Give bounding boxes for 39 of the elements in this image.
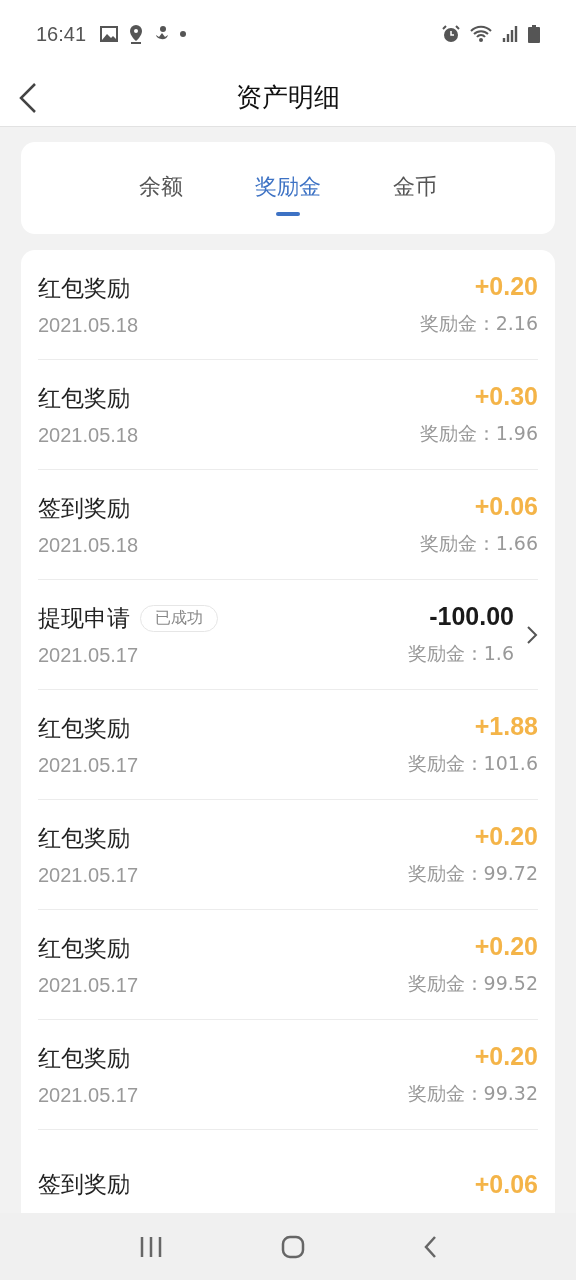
balance: 奖励金：1.6 [407,641,514,666]
balance: 奖励金：99.72 [407,861,538,886]
tab[interactable]: 金币 [385,148,445,240]
record-title: 红包奖励 [38,273,130,303]
record-date: 2021.05.18 [38,533,140,557]
amount: +0.20 [474,272,538,301]
record-title: 签到奖励 [38,1170,130,1199]
balance: 奖励金：99.52 [407,971,538,996]
record-title: 签到奖励 [38,493,130,523]
amount: +0.20 [474,822,538,851]
amount: +0.20 [474,1042,538,1071]
amount: +1.88 [474,712,538,741]
amount: +0.06 [474,492,538,521]
record-title: 红包奖励 [38,713,130,743]
tab[interactable]: 奖励金 [247,148,329,240]
record-date: 2021.05.17 [38,863,140,887]
amount: -100.00 [429,602,514,631]
record-title: 红包奖励 [38,823,130,853]
page-title: 资产明细 [236,80,340,114]
record-title: 红包奖励 [38,933,130,963]
record-date: 2021.05.17 [38,643,140,667]
status-time: 16:41 [36,22,87,46]
record-date: 2021.05.18 [38,313,140,337]
balance: 奖励金：1.96 [419,421,538,446]
record-date: 2021.05.17 [38,973,140,997]
record-date: 2021.05.17 [38,1083,140,1107]
record-date: 2021.05.17 [38,753,140,777]
amount: +0.06 [474,1170,538,1199]
balance: 奖励金：1.66 [419,531,538,556]
record-title: 红包奖励 [38,383,130,413]
tab[interactable]: 余额 [131,148,191,240]
balance: 奖励金：101.6 [407,751,538,776]
amount: +0.20 [474,932,538,961]
balance: 奖励金：2.16 [419,311,538,336]
amount: +0.30 [474,382,538,411]
record-title: 提现申请 [38,603,130,633]
record-title: 红包奖励 [38,1043,130,1073]
balance: 奖励金：99.32 [407,1081,538,1106]
record-date: 2021.05.18 [38,423,140,447]
